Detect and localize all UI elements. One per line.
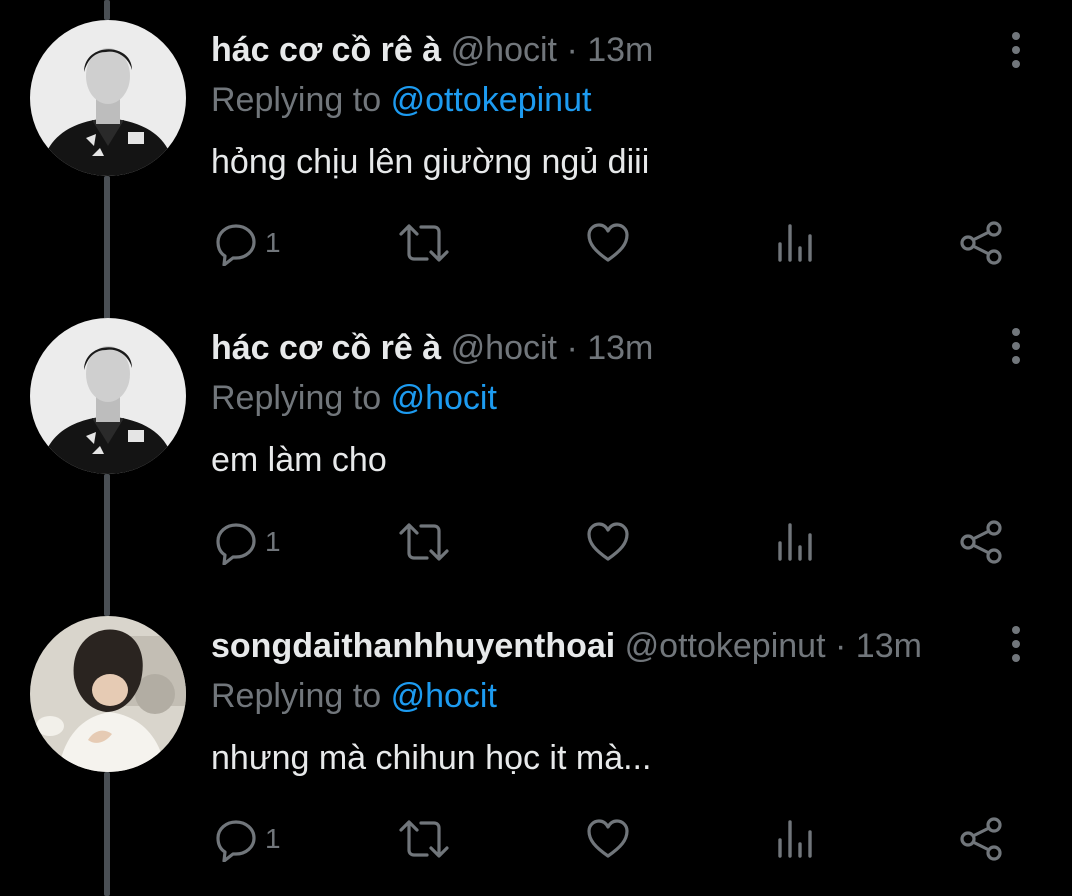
reply-icon — [213, 816, 259, 862]
like-button[interactable] — [585, 218, 631, 268]
reply-count: 1 — [265, 526, 281, 557]
tweet-header: hác cơ cồ rê à @hocit · 13m — [211, 28, 653, 72]
views-icon — [774, 816, 818, 862]
more-icon[interactable] — [1006, 624, 1026, 664]
retweet-icon — [397, 519, 451, 565]
tweet-text: nhưng mà chihun học it mà... — [211, 739, 652, 777]
replying-to-line: Replying to @hocit — [211, 674, 497, 718]
share-button[interactable] — [958, 517, 1004, 567]
tweet[interactable]: hác cơ cồ rê à @hocit · 13m Replying to … — [0, 0, 1072, 300]
timestamp[interactable]: 13m — [856, 627, 922, 665]
replying-to-mention[interactable]: @hocit — [391, 379, 497, 417]
views-button[interactable] — [774, 218, 818, 268]
like-icon — [585, 519, 631, 565]
like-button[interactable] — [585, 517, 631, 567]
reply-button[interactable]: 1 — [213, 517, 281, 567]
reply-icon — [213, 519, 259, 565]
share-button[interactable] — [958, 218, 1004, 268]
action-bar: 1 — [0, 814, 1072, 864]
username[interactable]: @hocit — [451, 329, 557, 367]
like-icon — [585, 220, 631, 266]
reply-icon — [213, 220, 259, 266]
tweet[interactable]: hác cơ cồ rê à @hocit · 13m Replying to … — [0, 300, 1072, 600]
separator-dot: · — [566, 31, 578, 69]
like-button[interactable] — [585, 814, 631, 864]
tweet-text: em làm cho — [211, 441, 387, 479]
share-icon — [958, 816, 1004, 862]
like-icon — [585, 816, 631, 862]
timestamp[interactable]: 13m — [587, 31, 653, 69]
action-bar: 1 — [0, 218, 1072, 268]
reply-button[interactable]: 1 — [213, 814, 281, 864]
retweet-button[interactable] — [397, 814, 451, 864]
replying-to-line: Replying to @hocit — [211, 376, 497, 420]
share-button[interactable] — [958, 814, 1004, 864]
retweet-icon — [397, 220, 451, 266]
views-button[interactable] — [774, 814, 818, 864]
reply-button[interactable]: 1 — [213, 218, 281, 268]
more-icon[interactable] — [1006, 30, 1026, 70]
reply-count: 1 — [265, 823, 281, 854]
views-icon — [774, 519, 818, 565]
share-icon — [958, 519, 1004, 565]
username[interactable]: @hocit — [451, 31, 557, 69]
tweet-header: songdaithanhhuyenthoai @ottokepinut · 13… — [211, 624, 922, 668]
replying-to-mention[interactable]: @hocit — [391, 677, 497, 715]
action-bar: 1 — [0, 517, 1072, 567]
replying-to-label: Replying to — [211, 677, 382, 715]
tweet[interactable]: songdaithanhhuyenthoai @ottokepinut · 13… — [0, 600, 1072, 896]
display-name[interactable]: hác cơ cồ rê à — [211, 31, 441, 69]
retweet-button[interactable] — [397, 517, 451, 567]
avatar[interactable] — [30, 20, 186, 176]
replying-to-mention[interactable]: @ottokepinut — [391, 81, 592, 119]
tweet-header: hác cơ cồ rê à @hocit · 13m — [211, 326, 653, 370]
avatar[interactable] — [30, 616, 186, 772]
display-name[interactable]: hác cơ cồ rê à — [211, 329, 441, 367]
display-name[interactable]: songdaithanhhuyenthoai — [211, 627, 615, 665]
separator-dot: · — [566, 329, 578, 367]
username[interactable]: @ottokepinut — [625, 627, 826, 665]
replying-to-line: Replying to @ottokepinut — [211, 78, 591, 122]
avatar[interactable] — [30, 318, 186, 474]
replying-to-label: Replying to — [211, 81, 382, 119]
timestamp[interactable]: 13m — [587, 329, 653, 367]
retweet-icon — [397, 816, 451, 862]
share-icon — [958, 220, 1004, 266]
more-icon[interactable] — [1006, 326, 1026, 366]
views-button[interactable] — [774, 517, 818, 567]
views-icon — [774, 220, 818, 266]
separator-dot: · — [835, 627, 847, 665]
replying-to-label: Replying to — [211, 379, 382, 417]
reply-count: 1 — [265, 227, 281, 258]
tweet-text: hỏng chịu lên giường ngủ diii — [211, 143, 650, 181]
retweet-button[interactable] — [397, 218, 451, 268]
